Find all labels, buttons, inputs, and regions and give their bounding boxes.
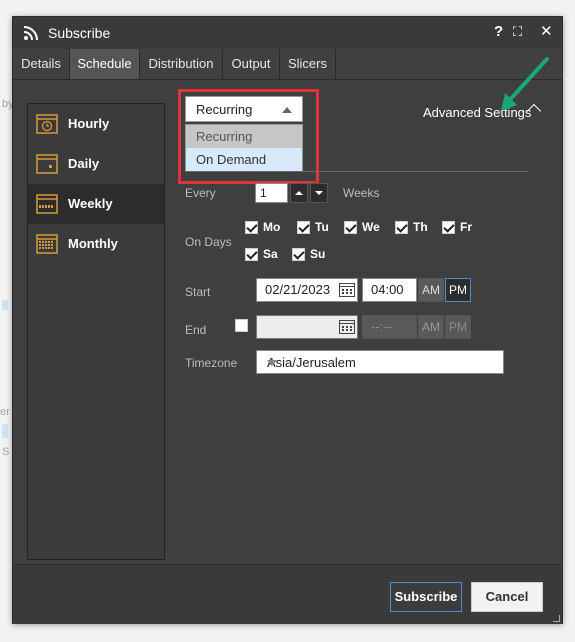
subscribe-dialog: Subscribe ? ⛶ ✕ Details Schedule Distrib… <box>12 16 563 624</box>
title-bar: Subscribe ? ⛶ ✕ <box>13 17 562 49</box>
day-label-fr: Fr <box>460 220 472 234</box>
end-label: End <box>185 323 207 337</box>
tab-bar: Details Schedule Distribution Output Sli… <box>13 49 562 80</box>
calendar-icon[interactable] <box>339 282 355 297</box>
timezone-select[interactable]: Asia/Jerusalem <box>256 350 504 374</box>
day-label-tu: Tu <box>315 220 329 234</box>
end-am-toggle[interactable]: AM <box>418 315 444 339</box>
calendar-day-icon <box>36 154 58 174</box>
day-label-we: We <box>362 220 380 234</box>
dialog-title: Subscribe <box>48 25 111 41</box>
clock-icon <box>36 114 58 134</box>
frequency-sidebar: Hourly Daily Weekly Monthly <box>27 103 165 560</box>
checkbox-su[interactable] <box>292 248 305 261</box>
divider <box>185 171 529 172</box>
day-label-su: Su <box>310 247 326 261</box>
dialog-footer: Subscribe Cancel <box>13 564 562 624</box>
every-label: Every <box>185 186 216 200</box>
annotation-arrow-icon <box>501 57 549 111</box>
day-label-mo: Mo <box>263 220 281 234</box>
start-am-toggle[interactable]: AM <box>418 278 444 302</box>
sidebar-item-hourly[interactable]: Hourly <box>28 104 164 144</box>
end-time-input[interactable]: --:-- <box>362 315 417 339</box>
tab-schedule[interactable]: Schedule <box>70 49 140 79</box>
sidebar-item-label: Daily <box>68 156 100 171</box>
tab-slicers[interactable]: Slicers <box>280 49 336 79</box>
sidebar-item-monthly[interactable]: Monthly <box>28 224 164 264</box>
expand-icon[interactable]: ⛶ <box>513 23 522 41</box>
close-icon[interactable]: ✕ <box>540 23 553 41</box>
help-icon[interactable]: ? <box>494 23 503 41</box>
background-fragment <box>2 300 8 310</box>
tab-output[interactable]: Output <box>223 49 280 79</box>
checkbox-fr[interactable] <box>442 221 455 234</box>
timezone-value: Asia/Jerusalem <box>267 355 356 370</box>
every-input[interactable]: 1 <box>255 183 288 203</box>
end-pm-toggle[interactable]: PM <box>445 315 471 339</box>
decrement-button[interactable] <box>310 183 328 203</box>
calendar-icon[interactable] <box>339 319 355 334</box>
end-enable-checkbox[interactable] <box>235 319 248 332</box>
sidebar-item-label: Monthly <box>68 236 118 251</box>
day-label-sa: Sa <box>263 247 278 261</box>
timezone-label: Timezone <box>185 356 238 370</box>
sidebar-item-label: Weekly <box>68 196 113 211</box>
start-pm-toggle[interactable]: PM <box>445 278 471 302</box>
on-days-label: On Days <box>185 235 232 249</box>
background-fragment: er <box>0 406 10 418</box>
chevron-down-icon <box>267 360 277 366</box>
start-date-value: 02/21/2023 <box>265 282 331 297</box>
rss-icon <box>23 26 38 41</box>
start-label: Start <box>185 285 211 299</box>
checkbox-we[interactable] <box>344 221 357 234</box>
tab-details[interactable]: Details <box>13 49 70 79</box>
sidebar-item-weekly[interactable]: Weekly <box>28 184 164 224</box>
background-fragment: S <box>2 446 10 458</box>
cancel-button[interactable]: Cancel <box>471 582 543 612</box>
tab-distribution[interactable]: Distribution <box>140 49 223 79</box>
checkbox-sa[interactable] <box>245 248 258 261</box>
subscribe-button[interactable]: Subscribe <box>390 582 462 612</box>
every-unit-label: Weeks <box>343 186 380 200</box>
day-label-th: Th <box>413 220 428 234</box>
checkbox-th[interactable] <box>395 221 408 234</box>
sidebar-item-label: Hourly <box>68 116 110 131</box>
checkbox-mo[interactable] <box>245 221 258 234</box>
increment-button[interactable] <box>290 183 308 203</box>
start-time-input[interactable]: 04:00 <box>362 278 417 302</box>
checkbox-tu[interactable] <box>297 221 310 234</box>
highlight-box <box>178 89 319 184</box>
calendar-month-icon <box>36 234 58 254</box>
background-fragment <box>2 424 8 438</box>
sidebar-item-daily[interactable]: Daily <box>28 144 164 184</box>
calendar-week-icon <box>36 194 58 214</box>
resize-handle-icon[interactable] <box>553 615 560 622</box>
